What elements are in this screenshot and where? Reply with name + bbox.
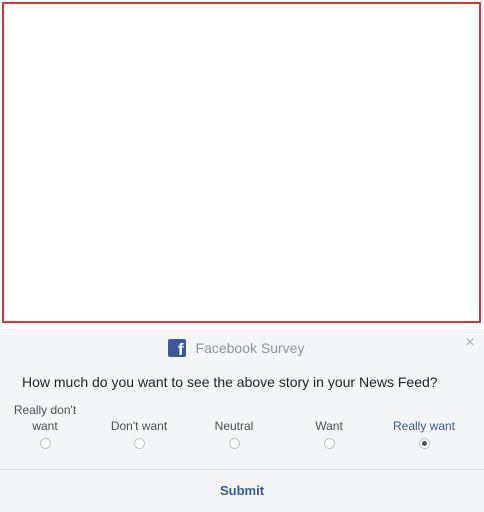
survey-panel: f Facebook Survey × How much do you want… xyxy=(0,329,484,512)
close-icon[interactable]: × xyxy=(464,335,476,351)
option-label: Really don't want xyxy=(13,403,77,433)
radio-button-selected[interactable] xyxy=(418,438,430,449)
option-label: Want xyxy=(315,419,343,433)
option-really-dont-want[interactable]: Really don't want xyxy=(0,402,90,449)
page: f Facebook Survey × How much do you want… xyxy=(0,0,484,512)
option-really-want[interactable]: Really want xyxy=(379,402,469,449)
submit-button[interactable]: Submit xyxy=(0,483,484,499)
option-dont-want[interactable]: Don't want xyxy=(94,402,184,449)
option-want[interactable]: Want xyxy=(284,402,374,449)
facebook-logo-letter: f xyxy=(177,340,184,359)
option-label: Neutral xyxy=(214,419,254,433)
divider xyxy=(0,469,484,470)
story-placeholder xyxy=(2,2,481,323)
option-neutral[interactable]: Neutral xyxy=(189,402,279,449)
radio-button[interactable] xyxy=(133,438,145,449)
radio-button[interactable] xyxy=(39,438,51,449)
radio-button[interactable] xyxy=(228,438,240,449)
survey-question: How much do you want to see the above st… xyxy=(22,374,438,390)
survey-options: Really don't want Don't want Neutral Wan… xyxy=(0,402,484,462)
radio-button[interactable] xyxy=(323,438,335,449)
option-label: Don't want xyxy=(110,419,168,433)
option-label: Really want xyxy=(392,419,456,433)
survey-title: Facebook Survey xyxy=(195,340,305,356)
survey-header: f Facebook Survey xyxy=(0,339,484,359)
facebook-logo-icon: f xyxy=(167,339,186,359)
